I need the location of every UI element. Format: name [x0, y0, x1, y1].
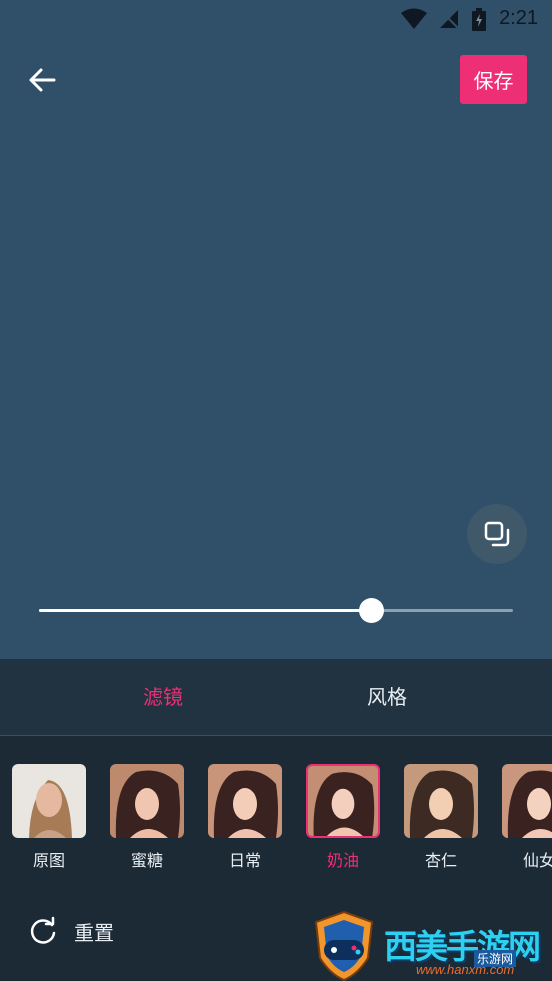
filter-item-original[interactable]: 原图	[12, 764, 86, 871]
filter-thumbnail	[208, 764, 282, 838]
filter-item-honey[interactable]: 蜜糖	[110, 764, 184, 871]
compare-button[interactable]	[467, 504, 527, 564]
intensity-slider[interactable]	[39, 596, 513, 626]
filter-label: 仙女	[522, 851, 552, 870]
no-signal-icon	[439, 9, 459, 29]
portrait-image	[110, 764, 184, 838]
filter-item-cream[interactable]: 奶油	[306, 764, 380, 871]
portrait-image	[12, 764, 86, 838]
reset-button[interactable]: 重置	[28, 916, 114, 946]
filter-thumbnail	[110, 764, 184, 838]
filter-label: 日常	[228, 851, 261, 870]
filter-list: 原图 蜜糖 日常 奶油 杏仁 仙女	[0, 764, 552, 874]
filter-thumbnail	[306, 764, 380, 838]
portrait-image	[502, 764, 552, 838]
filter-label: 原图	[32, 851, 65, 870]
tab-bar: 滤镜 风格	[0, 659, 552, 736]
filter-label: 奶油	[326, 851, 359, 870]
shield-gamepad-icon	[314, 910, 374, 981]
arrow-left-icon	[29, 68, 56, 92]
portrait-image	[308, 766, 378, 836]
status-time: 2:21	[499, 7, 538, 29]
filter-thumbnail	[404, 764, 478, 838]
status-bar: 2:21	[0, 0, 552, 38]
filter-label: 杏仁	[424, 851, 457, 870]
slider-fill	[39, 609, 371, 612]
battery-charging-icon	[472, 8, 486, 31]
portrait-image	[404, 764, 478, 838]
wifi-icon	[401, 8, 427, 29]
filter-item-almond[interactable]: 杏仁	[404, 764, 478, 871]
refresh-icon	[30, 916, 56, 944]
watermark-logo: 西美手游网 乐游网 www.hanxm.com	[306, 910, 552, 981]
back-button[interactable]	[24, 62, 60, 98]
filter-thumbnail	[502, 764, 552, 838]
slider-thumb[interactable]	[358, 598, 384, 623]
tab-filter[interactable]: 滤镜	[143, 681, 183, 710]
portrait-image	[208, 764, 282, 838]
filter-item-fairy[interactable]: 仙女	[502, 764, 552, 871]
reset-label: 重置	[74, 920, 114, 945]
filter-thumbnail	[12, 764, 86, 838]
compare-layers-icon	[484, 521, 510, 547]
filter-label: 蜜糖	[130, 851, 163, 870]
filter-item-daily[interactable]: 日常	[208, 764, 282, 871]
tab-style[interactable]: 风格	[367, 681, 407, 710]
save-button[interactable]: 保存	[460, 55, 527, 104]
watermark-url: www.hanxm.com	[416, 962, 515, 977]
